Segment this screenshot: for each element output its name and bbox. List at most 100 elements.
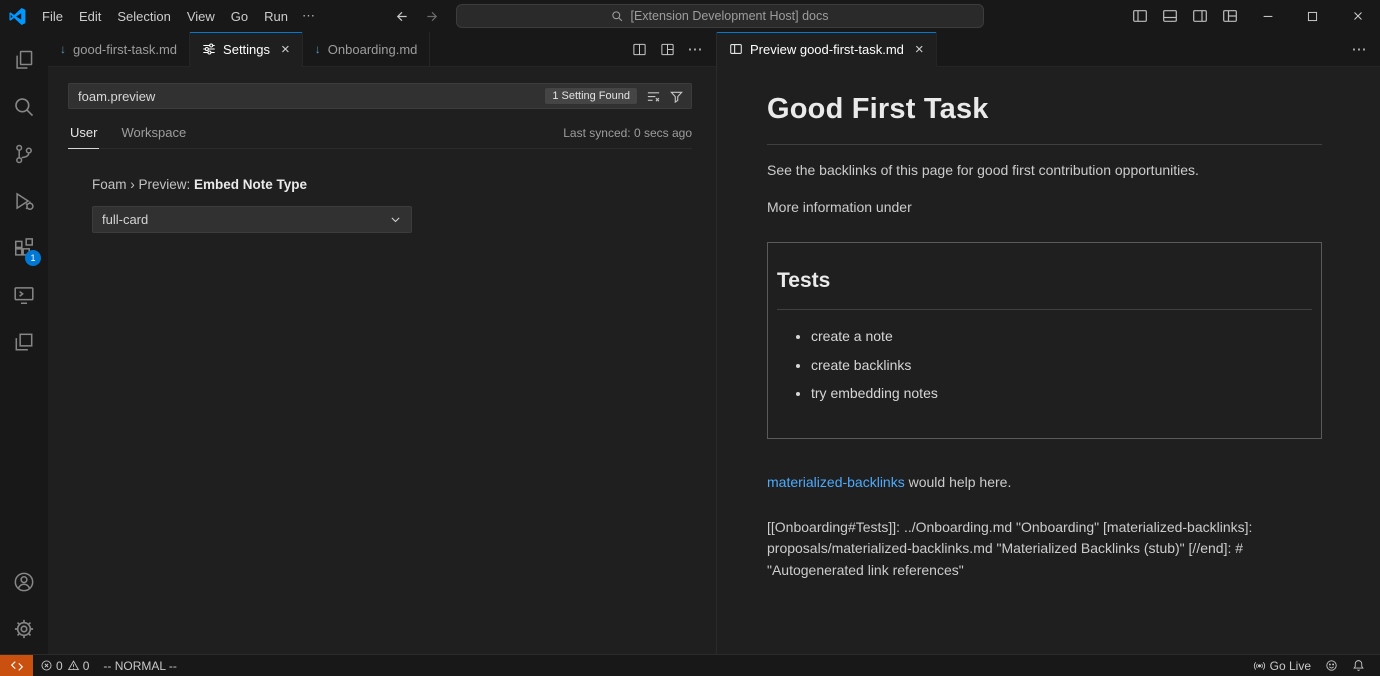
toggle-panel-icon[interactable] xyxy=(1155,0,1185,32)
toggle-sidebar-icon[interactable] xyxy=(1125,0,1155,32)
link-references-text: [[Onboarding#Tests]]: ../Onboarding.md "… xyxy=(767,517,1322,582)
settings-editor: foam.preview 1 Setting Found User Worksp… xyxy=(48,67,716,654)
list-item: create backlinks xyxy=(811,355,1312,377)
vscode-logo-icon xyxy=(0,8,34,25)
editor-layout-icon[interactable] xyxy=(656,38,678,60)
embedded-note-card: Tests create a note create backlinks try… xyxy=(767,242,1322,439)
embed-note-type-select[interactable]: full-card xyxy=(92,206,412,233)
close-tab-icon[interactable]: × xyxy=(281,42,290,57)
tab-onboarding[interactable]: ↓ Onboarding.md xyxy=(303,32,431,66)
close-window-button[interactable] xyxy=(1335,0,1380,32)
tab-label: Preview good-first-task.md xyxy=(750,42,904,57)
link-suffix: would help here. xyxy=(905,474,1012,490)
editor-actions: ⋯ xyxy=(628,32,716,66)
menu-selection[interactable]: Selection xyxy=(109,5,178,28)
setting-name: Embed Note Type xyxy=(194,177,307,192)
tab-preview[interactable]: Preview good-first-task.md × xyxy=(717,32,937,66)
list-item: try embedding notes xyxy=(811,383,1312,405)
go-live-button[interactable]: Go Live xyxy=(1246,655,1318,676)
activity-bar: 1 xyxy=(0,32,48,654)
open-preview-icon xyxy=(729,42,743,56)
menu-more-icon[interactable]: ⋯ xyxy=(296,4,321,28)
error-count: 0 xyxy=(56,659,63,673)
status-bar: 0 0 -- NORMAL -- Go Live xyxy=(0,654,1380,676)
note-card-title: Tests xyxy=(777,265,1312,310)
remote-indicator[interactable] xyxy=(0,655,33,676)
last-synced-text: Last synced: 0 secs ago xyxy=(563,126,692,140)
filter-funnel-icon[interactable] xyxy=(669,89,684,104)
left-tab-bar: ↓ good-first-task.md Settings × ↓ Onboar… xyxy=(48,32,716,67)
settings-scope-tabs: User Workspace Last synced: 0 secs ago xyxy=(68,117,692,149)
editor-group-left: ↓ good-first-task.md Settings × ↓ Onboar… xyxy=(48,32,716,654)
menu-edit[interactable]: Edit xyxy=(71,5,109,28)
setting-title: Foam › Preview: Embed Note Type xyxy=(92,177,692,192)
history-navigation xyxy=(394,0,440,32)
nav-back-icon[interactable] xyxy=(394,9,409,24)
search-icon xyxy=(611,10,624,23)
settings-sliders-icon xyxy=(202,42,216,56)
command-center-search[interactable]: [Extension Development Host] docs xyxy=(456,4,984,28)
extensions-badge: 1 xyxy=(25,250,41,266)
minimize-button[interactable] xyxy=(1245,0,1290,32)
broadcast-icon xyxy=(1253,659,1266,672)
search-view-icon[interactable] xyxy=(0,83,48,130)
tab-good-first-task[interactable]: ↓ good-first-task.md xyxy=(48,32,190,66)
tab-label: Settings xyxy=(223,42,270,57)
feedback-icon[interactable] xyxy=(1318,655,1345,676)
close-tab-icon[interactable]: × xyxy=(915,42,924,57)
more-actions-icon[interactable]: ⋯ xyxy=(1348,38,1370,60)
maximize-button[interactable] xyxy=(1290,0,1335,32)
menu-file[interactable]: File xyxy=(34,5,71,28)
right-tab-bar: Preview good-first-task.md × ⋯ xyxy=(717,32,1380,67)
menu-go[interactable]: Go xyxy=(223,5,256,28)
preview-more-info: More information under xyxy=(767,197,1322,219)
tab-label: good-first-task.md xyxy=(73,42,177,57)
remote-explorer-icon[interactable] xyxy=(0,271,48,318)
settings-search-input[interactable]: foam.preview 1 Setting Found xyxy=(68,83,692,109)
extensions-icon[interactable]: 1 xyxy=(0,224,48,271)
results-count-badge: 1 Setting Found xyxy=(545,88,637,104)
windows-view-icon[interactable] xyxy=(0,318,48,365)
clear-filters-icon[interactable] xyxy=(646,89,661,104)
menu-bar: File Edit Selection View Go Run ⋯ xyxy=(34,4,321,28)
scope-tab-workspace[interactable]: Workspace xyxy=(119,117,188,148)
settings-gear-icon[interactable] xyxy=(0,605,48,652)
materialized-backlinks-link[interactable]: materialized-backlinks xyxy=(767,474,905,490)
warnings-group: 0 xyxy=(67,659,90,673)
go-live-label: Go Live xyxy=(1270,659,1311,673)
problems-status[interactable]: 0 0 xyxy=(33,655,96,676)
warning-count: 0 xyxy=(83,659,90,673)
preview-intro: See the backlinks of this page for good … xyxy=(767,160,1322,182)
explorer-icon[interactable] xyxy=(0,36,48,83)
note-card-list: create a note create backlinks try embed… xyxy=(777,326,1312,405)
errors-group: 0 xyxy=(40,659,63,673)
notifications-bell-icon[interactable] xyxy=(1345,655,1372,676)
customize-layout-icon[interactable] xyxy=(1215,0,1245,32)
backlink-paragraph: materialized-backlinks would help here. xyxy=(767,472,1322,494)
menu-view[interactable]: View xyxy=(179,5,223,28)
account-icon[interactable] xyxy=(0,558,48,605)
source-control-icon[interactable] xyxy=(0,130,48,177)
editor-group-right: Preview good-first-task.md × ⋯ Good Firs… xyxy=(716,32,1380,654)
split-editor-icon[interactable] xyxy=(628,38,650,60)
setting-category: Foam › Preview: xyxy=(92,177,194,192)
markdown-file-icon: ↓ xyxy=(60,43,66,55)
markdown-file-icon: ↓ xyxy=(315,43,321,55)
list-item: create a note xyxy=(811,326,1312,348)
command-center-label: [Extension Development Host] docs xyxy=(630,9,828,23)
vscode-window: File Edit Selection View Go Run ⋯ [Exten… xyxy=(0,0,1380,676)
error-icon xyxy=(40,659,53,672)
toggle-secondary-sidebar-icon[interactable] xyxy=(1185,0,1215,32)
more-actions-icon[interactable]: ⋯ xyxy=(684,38,706,60)
tab-settings[interactable]: Settings × xyxy=(190,32,303,66)
warning-icon xyxy=(67,659,80,672)
title-bar: File Edit Selection View Go Run ⋯ [Exten… xyxy=(0,0,1380,32)
nav-forward-icon[interactable] xyxy=(425,9,440,24)
menu-run[interactable]: Run xyxy=(256,5,296,28)
scope-tab-user[interactable]: User xyxy=(68,117,99,148)
editor-actions: ⋯ xyxy=(1348,32,1380,66)
title-bar-actions xyxy=(1125,0,1380,32)
run-debug-icon[interactable] xyxy=(0,177,48,224)
vim-mode-indicator[interactable]: -- NORMAL -- xyxy=(96,655,184,676)
search-toolbar xyxy=(646,89,684,104)
